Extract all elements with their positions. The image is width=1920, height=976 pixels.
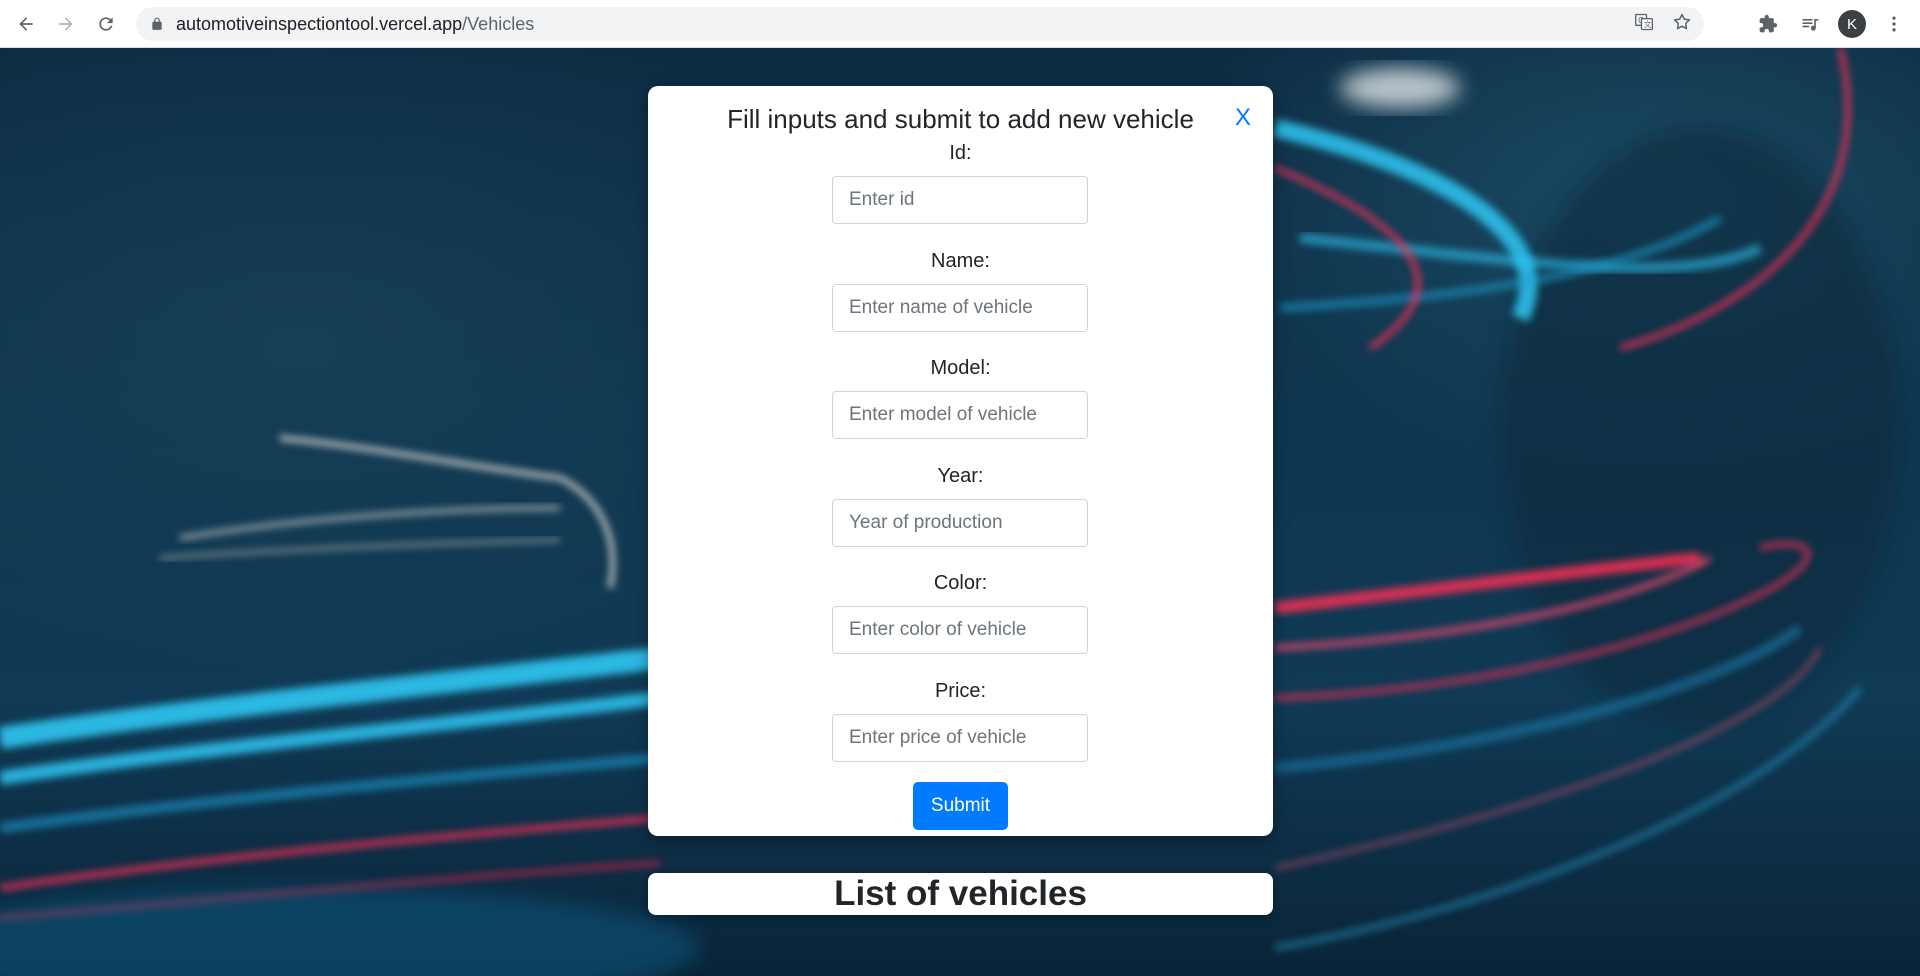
name-input[interactable]: [832, 284, 1088, 332]
bookmark-star-icon[interactable]: [1672, 12, 1692, 37]
id-input[interactable]: [832, 176, 1088, 224]
price-input[interactable]: [832, 714, 1088, 762]
modal-title: Fill inputs and submit to add new vehicl…: [727, 104, 1194, 134]
submit-button[interactable]: Submit: [913, 782, 1008, 830]
model-label: Model:: [930, 357, 991, 379]
lock-icon: [150, 17, 164, 31]
year-input[interactable]: [832, 499, 1088, 547]
price-label: Price:: [934, 680, 987, 702]
extensions-puzzle-icon[interactable]: [1754, 10, 1782, 38]
profile-avatar[interactable]: K: [1838, 10, 1866, 38]
back-arrow-icon: [19, 16, 33, 31]
forward-button[interactable]: [48, 6, 84, 42]
vehicle-list-title: List of vehicles: [834, 874, 1087, 913]
back-button[interactable]: [8, 6, 44, 42]
close-button[interactable]: X: [1235, 104, 1251, 132]
media-queue-icon[interactable]: [1796, 10, 1824, 38]
year-label: Year:: [937, 465, 984, 487]
id-label: Id:: [949, 142, 972, 164]
url-host: automotiveinspectiontool.vercel.app: [176, 13, 463, 34]
forward-arrow-icon: [59, 16, 73, 31]
add-vehicle-modal: Fill inputs and submit to add new vehicl…: [648, 86, 1273, 836]
color-input[interactable]: [832, 606, 1088, 654]
translate-icon[interactable]: G文: [1634, 12, 1654, 37]
color-label: Color:: [933, 572, 988, 594]
more-menu-icon[interactable]: [1880, 10, 1908, 38]
url-path: /Vehicles: [462, 13, 535, 34]
address-bar[interactable]: automotiveinspectiontool.vercel.app/Vehi…: [136, 7, 1704, 41]
reload-button[interactable]: [88, 6, 124, 42]
name-label: Name:: [931, 250, 990, 272]
browser-toolbar: automotiveinspectiontool.vercel.app/Vehi…: [0, 0, 1920, 48]
model-input[interactable]: [832, 391, 1088, 439]
svg-text:文: 文: [1644, 19, 1652, 29]
reload-icon: [99, 16, 113, 31]
vehicle-list-header: List of vehicles: [648, 873, 1273, 915]
